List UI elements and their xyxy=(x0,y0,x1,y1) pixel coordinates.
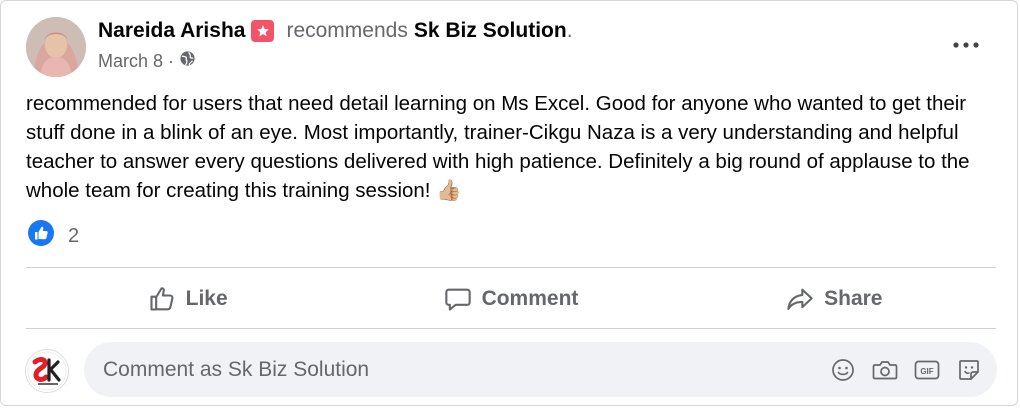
camera-icon[interactable] xyxy=(871,356,899,384)
speech-bubble-icon xyxy=(444,288,471,311)
share-arrow-icon xyxy=(787,288,813,310)
comment-input[interactable] xyxy=(101,356,815,383)
page-name-link[interactable]: Sk Biz Solution xyxy=(414,19,567,43)
reaction-count: 2 xyxy=(68,224,80,247)
emoji-icon[interactable] xyxy=(829,356,857,384)
more-options-icon[interactable] xyxy=(951,35,981,55)
post-date[interactable]: March 8 xyxy=(98,51,163,72)
header-period: . xyxy=(566,19,573,42)
author-avatar[interactable] xyxy=(26,17,86,77)
post-header: Nareida Arisha recommends Sk Biz Solutio… xyxy=(98,17,573,45)
post-card: Nareida Arisha recommends Sk Biz Solutio… xyxy=(0,0,1018,406)
post-body: recommended for users that need detail l… xyxy=(26,92,970,202)
gif-icon[interactable]: GIF xyxy=(913,356,941,384)
globe-icon xyxy=(179,50,196,72)
top-fan-badge-icon xyxy=(251,20,275,42)
action-bar: Like Comment Share xyxy=(26,271,996,327)
comment-composer: GIF xyxy=(84,342,997,397)
bottom-divider xyxy=(26,328,996,329)
post-meta: March 8 · xyxy=(98,50,196,72)
composer-icons: GIF xyxy=(815,356,983,384)
thumbs-up-icon xyxy=(150,287,174,311)
sticker-icon[interactable] xyxy=(955,356,983,384)
comment-label: Comment xyxy=(481,287,579,310)
recommends-label: recommends xyxy=(286,19,408,42)
share-label: Share xyxy=(824,287,883,310)
comment-button[interactable]: Comment xyxy=(349,271,672,327)
share-button[interactable]: Share xyxy=(673,271,996,327)
date-separator: · xyxy=(168,50,175,71)
like-label: Like xyxy=(185,287,228,310)
commenter-avatar[interactable] xyxy=(25,349,69,393)
sk-biz-logo-icon xyxy=(26,350,68,392)
like-button[interactable]: Like xyxy=(26,271,349,327)
like-reaction-icon xyxy=(28,220,54,252)
top-divider xyxy=(26,267,996,268)
reactions-summary[interactable]: 2 xyxy=(28,220,80,252)
svg-text:GIF: GIF xyxy=(920,367,933,376)
author-name[interactable]: Nareida Arisha xyxy=(98,19,245,43)
